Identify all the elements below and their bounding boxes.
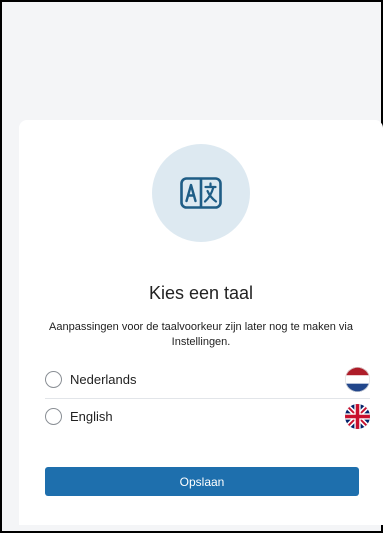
screen-frame: Kies een taal Aanpassingen voor de taalv… — [0, 0, 383, 533]
language-label-english: English — [70, 409, 113, 424]
radio-english[interactable] — [45, 408, 62, 425]
language-option-nederlands[interactable]: Nederlands — [45, 362, 370, 398]
language-selection-sheet: Kies een taal Aanpassingen voor de taalv… — [19, 120, 383, 525]
modal-description: Aanpassingen voor de taalvoorkeur zijn l… — [49, 321, 353, 348]
translate-icon — [180, 177, 222, 209]
language-option-english[interactable]: English — [45, 399, 370, 435]
netherlands-flag-icon — [345, 367, 370, 392]
language-label-nederlands: Nederlands — [70, 372, 137, 387]
uk-flag-icon — [345, 404, 370, 429]
save-button[interactable]: Opslaan — [45, 467, 359, 496]
language-icon-badge — [152, 144, 250, 242]
radio-nederlands[interactable] — [45, 371, 62, 388]
modal-title: Kies een taal — [148, 283, 254, 303]
